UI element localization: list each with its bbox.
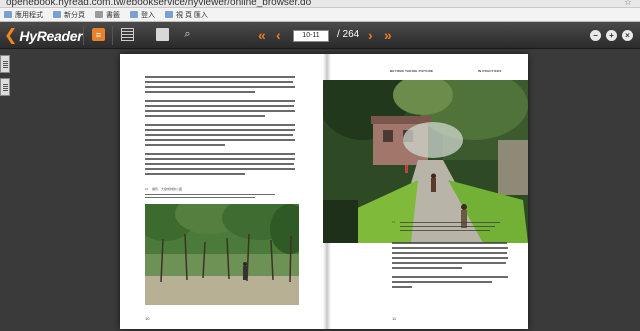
text-line: [145, 144, 225, 146]
text-line: [145, 139, 295, 141]
right-page-number: 11: [392, 316, 397, 321]
left-page-photo: [145, 204, 299, 305]
text-line: [145, 194, 275, 195]
text-line: [392, 262, 506, 264]
address-bar[interactable]: openebook.hyread.com.tw/ebookservice/hyv…: [0, 0, 640, 8]
text-line: [392, 242, 507, 244]
bookmark-label: 登入: [141, 11, 155, 19]
last-page-button[interactable]: »: [384, 26, 392, 44]
url-text: openebook.hyread.com.tw/ebookservice/hyv…: [6, 0, 312, 8]
text-line: [145, 76, 295, 78]
text-line: [145, 115, 265, 117]
apps-icon: [4, 11, 12, 18]
reader-toolbar: ❮ HyReader ≡ ⌕ « ‹ 10-11 / 264 › » − + ×: [0, 22, 640, 49]
left-caption: 攝影：大樹成林的公園: [152, 187, 183, 191]
divider: [83, 26, 84, 45]
prev-page-button[interactable]: ‹: [276, 26, 281, 44]
right-header-left: BEYOND TAKING PICTURE: [390, 69, 434, 73]
left-page-number: 10: [145, 316, 150, 321]
first-page-button[interactable]: «: [258, 26, 266, 44]
bookmark-import[interactable]: 視 頁 匯入: [165, 10, 208, 20]
text-line: [145, 168, 295, 170]
close-icon[interactable]: ×: [622, 30, 633, 41]
caption-number: 10: [145, 187, 149, 191]
zoom-out-icon[interactable]: −: [590, 30, 601, 41]
text-line: [392, 276, 508, 278]
bookmarks-bar: 應用程式 新分頁 書籤 登入 視 頁 匯入: [0, 8, 640, 22]
text-line: [145, 158, 295, 160]
text-line: [145, 91, 255, 93]
book-spread: 10 攝影：大樹成林的公園 10 BEYOND TAKING PICTURE I…: [120, 54, 528, 329]
text-line: [145, 105, 294, 107]
logo-mark: ❮: [4, 26, 18, 44]
bookmark-folder[interactable]: 書籤: [95, 10, 120, 20]
text-line: [392, 286, 412, 288]
caption-number: 11: [392, 220, 396, 224]
text-line: [392, 252, 507, 254]
bookmark-new-tab[interactable]: 新分頁: [53, 10, 85, 20]
folder-icon: [95, 11, 103, 18]
text-line: [145, 197, 255, 198]
hyreader-logo: ❮ HyReader: [4, 26, 83, 45]
bookmark-label: 新分頁: [64, 11, 85, 19]
text-line: [145, 100, 295, 102]
text-line: [145, 81, 293, 83]
text-line: [400, 230, 490, 231]
bookmark-star-icon[interactable]: ☆: [624, 0, 632, 8]
text-line: [145, 153, 295, 155]
single-page-icon[interactable]: [156, 28, 169, 41]
side-panel-tab[interactable]: [0, 55, 10, 73]
text-line: [145, 173, 245, 175]
text-line: [145, 110, 295, 112]
text-line: [392, 267, 462, 269]
text-line: [400, 226, 495, 227]
page-icon: [165, 11, 173, 18]
search-binoculars-icon[interactable]: ⌕: [181, 28, 194, 41]
bookmark-label: 視 頁 匯入: [176, 11, 208, 19]
thumbnail-view-icon[interactable]: [121, 28, 134, 41]
text-line: [400, 222, 500, 223]
text-line: [392, 281, 492, 283]
text-line: [145, 124, 295, 126]
logo-text: HyReader: [19, 27, 83, 44]
page-number-input[interactable]: 10-11: [293, 30, 329, 42]
bookmark-apps[interactable]: 應用程式: [4, 10, 43, 20]
text-line: [145, 163, 294, 165]
page-total: / 264: [337, 29, 360, 40]
text-line: [145, 86, 295, 88]
zoom-in-icon[interactable]: +: [606, 30, 617, 41]
bookmark-login[interactable]: 登入: [130, 10, 155, 20]
text-line: [145, 129, 295, 131]
right-header-right: IN PRACTICES: [478, 69, 502, 73]
text-line: [392, 247, 508, 249]
right-page-photo: [323, 80, 528, 243]
side-panel-tab[interactable]: [0, 78, 10, 96]
next-page-button[interactable]: ›: [368, 26, 373, 44]
page-icon: [130, 11, 138, 18]
text-line: [145, 134, 293, 136]
page-icon: [53, 11, 61, 18]
divider: [112, 26, 113, 45]
bookmark-list-icon[interactable]: ≡: [92, 28, 105, 41]
text-line: [392, 257, 508, 259]
bookmark-label: 應用程式: [15, 11, 43, 19]
bookmark-label: 書籤: [106, 11, 120, 19]
